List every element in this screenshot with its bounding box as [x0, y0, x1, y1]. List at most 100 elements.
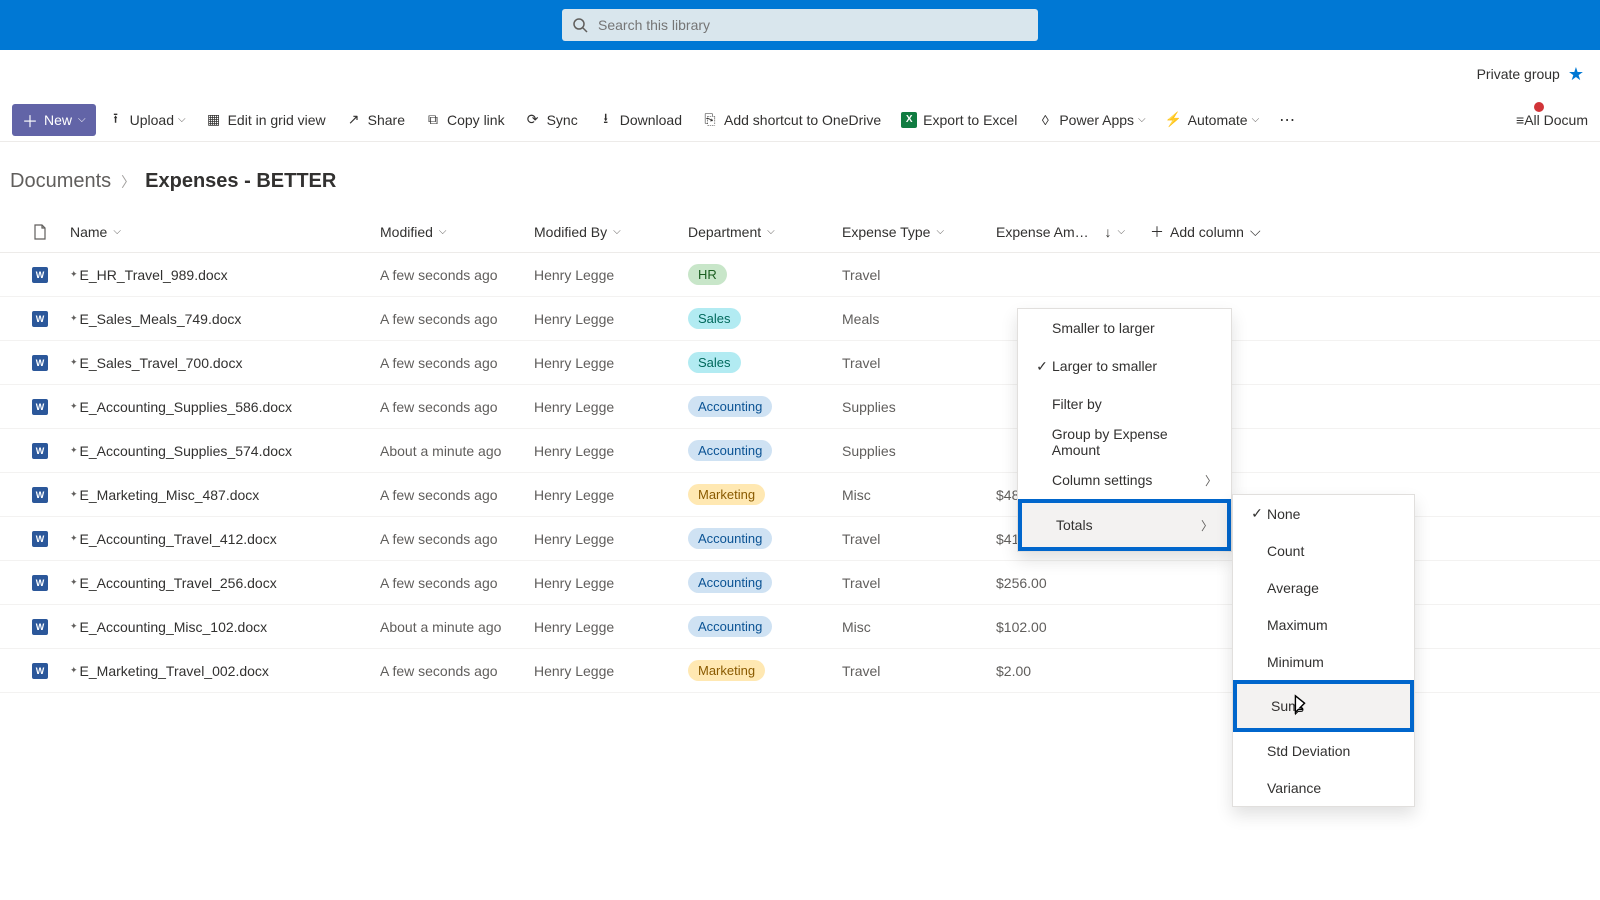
edit-grid-button[interactable]: ▦ Edit in grid view: [198, 104, 334, 136]
new-button[interactable]: ＋ New ⌵: [12, 104, 96, 136]
menu-item-sum[interactable]: Sum: [1233, 680, 1414, 732]
breadcrumb-parent[interactable]: Documents: [10, 170, 111, 193]
view-selector[interactable]: ≡ All Docum: [1516, 112, 1588, 128]
chevron-down-icon: ⌵: [78, 114, 86, 125]
dept-pill: Accounting: [688, 396, 772, 417]
menu-item-settings[interactable]: Column settings〉: [1018, 461, 1231, 499]
expense-amount-value: $102.00: [996, 619, 1047, 635]
new-indicator-icon: ✦: [70, 313, 78, 324]
column-expense-amount[interactable]: Expense Am… ↓⌵: [996, 224, 1125, 240]
word-doc-icon: W: [32, 443, 48, 459]
modified-value: A few seconds ago: [380, 531, 498, 547]
modified-value: About a minute ago: [380, 443, 501, 459]
menu-item-minimum[interactable]: Minimum: [1233, 643, 1414, 680]
download-button[interactable]: ⭳ Download: [590, 104, 690, 136]
word-doc-icon: W: [32, 531, 48, 547]
powerapps-icon: ◊: [1037, 112, 1053, 128]
star-icon[interactable]: ★: [1568, 64, 1584, 85]
automate-icon: ⚡: [1166, 112, 1182, 128]
new-indicator-icon: ✦: [70, 489, 78, 500]
menu-item-filter[interactable]: Filter by: [1018, 385, 1231, 423]
power-apps-button[interactable]: ◊ Power Apps ⌵: [1029, 104, 1153, 136]
file-name: E_Accounting_Travel_412.docx: [80, 531, 277, 547]
modified-by-value: Henry Legge: [534, 575, 614, 591]
modified-value: A few seconds ago: [380, 311, 498, 327]
table-row[interactable]: W ✦E_Accounting_Supplies_586.docx A few …: [0, 385, 1600, 429]
modified-by-value: Henry Legge: [534, 619, 614, 635]
modified-value: A few seconds ago: [380, 663, 498, 679]
search-input[interactable]: [598, 17, 1028, 33]
dept-pill: Marketing: [688, 484, 765, 505]
shortcut-button[interactable]: ⎘ Add shortcut to OneDrive: [694, 104, 889, 136]
file-name: E_Accounting_Travel_256.docx: [80, 575, 277, 591]
more-actions-button[interactable]: ⋯: [1271, 110, 1303, 130]
file-icon: [32, 224, 48, 240]
add-column-button[interactable]: ＋Add column⌵: [1150, 222, 1261, 242]
share-icon: ↗: [346, 112, 362, 128]
menu-item-sort-desc[interactable]: ✓Larger to smaller: [1018, 347, 1231, 385]
table-row[interactable]: W ✦E_Sales_Meals_749.docx A few seconds …: [0, 297, 1600, 341]
search-box[interactable]: [562, 9, 1038, 41]
modified-by-value: Henry Legge: [534, 267, 614, 283]
upload-icon: ⭱: [108, 112, 124, 128]
chevron-down-icon: ⌵: [1138, 114, 1146, 125]
new-indicator-icon: ✦: [70, 533, 78, 544]
download-icon: ⭳: [598, 112, 614, 128]
dept-pill: HR: [688, 264, 727, 285]
menu-item-average[interactable]: Average: [1233, 569, 1414, 606]
share-button[interactable]: ↗ Share: [338, 104, 413, 136]
chevron-down-icon: ⌵: [178, 114, 186, 125]
modified-by-value: Henry Legge: [534, 663, 614, 679]
link-icon: ⧉: [425, 112, 441, 128]
menu-item-maximum[interactable]: Maximum: [1233, 606, 1414, 643]
file-name: E_Sales_Meals_749.docx: [80, 311, 242, 327]
automate-button[interactable]: ⚡ Automate ⌵: [1158, 104, 1268, 136]
table-row[interactable]: W ✦E_Accounting_Supplies_574.docx About …: [0, 429, 1600, 473]
expense-type-value: Meals: [842, 311, 879, 327]
table-row[interactable]: W ✦E_HR_Travel_989.docx A few seconds ag…: [0, 253, 1600, 297]
upload-button[interactable]: ⭱ Upload ⌵: [100, 104, 194, 136]
chevron-down-icon: ⌵: [1118, 226, 1126, 237]
chevron-right-icon: 〉: [121, 172, 135, 192]
file-name: E_Accounting_Supplies_574.docx: [80, 443, 293, 459]
command-bar: ＋ New ⌵ ⭱ Upload ⌵ ▦ Edit in grid view ↗…: [0, 98, 1600, 142]
column-name[interactable]: Name⌵: [70, 224, 121, 240]
breadcrumb: Documents 〉 Expenses - BETTER: [0, 142, 1600, 211]
expense-type-value: Supplies: [842, 399, 896, 415]
export-excel-button[interactable]: X Export to Excel: [893, 104, 1025, 136]
table-header: Name⌵ Modified⌵ Modified By⌵ Department⌵…: [0, 211, 1600, 253]
new-indicator-icon: ✦: [70, 445, 78, 456]
word-doc-icon: W: [32, 399, 48, 415]
menu-item-count[interactable]: Count: [1233, 532, 1414, 569]
dept-pill: Accounting: [688, 616, 772, 637]
expense-amount-value: $2.00: [996, 663, 1031, 679]
group-privacy-label: Private group: [1477, 66, 1560, 82]
file-name: E_HR_Travel_989.docx: [80, 267, 228, 283]
word-doc-icon: W: [32, 575, 48, 591]
modified-by-value: Henry Legge: [534, 311, 614, 327]
column-expense-type[interactable]: Expense Type⌵: [842, 224, 944, 240]
table-row[interactable]: W ✦E_Sales_Travel_700.docx A few seconds…: [0, 341, 1600, 385]
column-modified[interactable]: Modified⌵: [380, 224, 447, 240]
menu-item-none[interactable]: ✓None: [1233, 495, 1414, 532]
column-department[interactable]: Department⌵: [688, 224, 775, 240]
site-subheader: Private group ★: [0, 50, 1600, 98]
sync-button[interactable]: ⟳ Sync: [517, 104, 586, 136]
menu-item-variance[interactable]: Variance: [1233, 769, 1414, 806]
excel-icon: X: [901, 112, 917, 128]
modified-by-value: Henry Legge: [534, 399, 614, 415]
copy-link-button[interactable]: ⧉ Copy link: [417, 104, 513, 136]
dept-pill: Sales: [688, 308, 741, 329]
menu-item-std[interactable]: Std Deviation: [1233, 732, 1414, 769]
expense-type-value: Travel: [842, 663, 880, 679]
word-doc-icon: W: [32, 663, 48, 679]
chevron-down-icon: ⌵: [613, 226, 621, 237]
expense-type-value: Travel: [842, 531, 880, 547]
new-indicator-icon: ✦: [70, 621, 78, 632]
menu-item-sort-asc[interactable]: Smaller to larger: [1018, 309, 1231, 347]
modified-value: A few seconds ago: [380, 575, 498, 591]
menu-item-group[interactable]: Group by Expense Amount: [1018, 423, 1231, 461]
menu-item-totals[interactable]: Totals〉: [1018, 499, 1231, 551]
modified-value: A few seconds ago: [380, 267, 498, 283]
column-modified-by[interactable]: Modified By⌵: [534, 224, 621, 240]
